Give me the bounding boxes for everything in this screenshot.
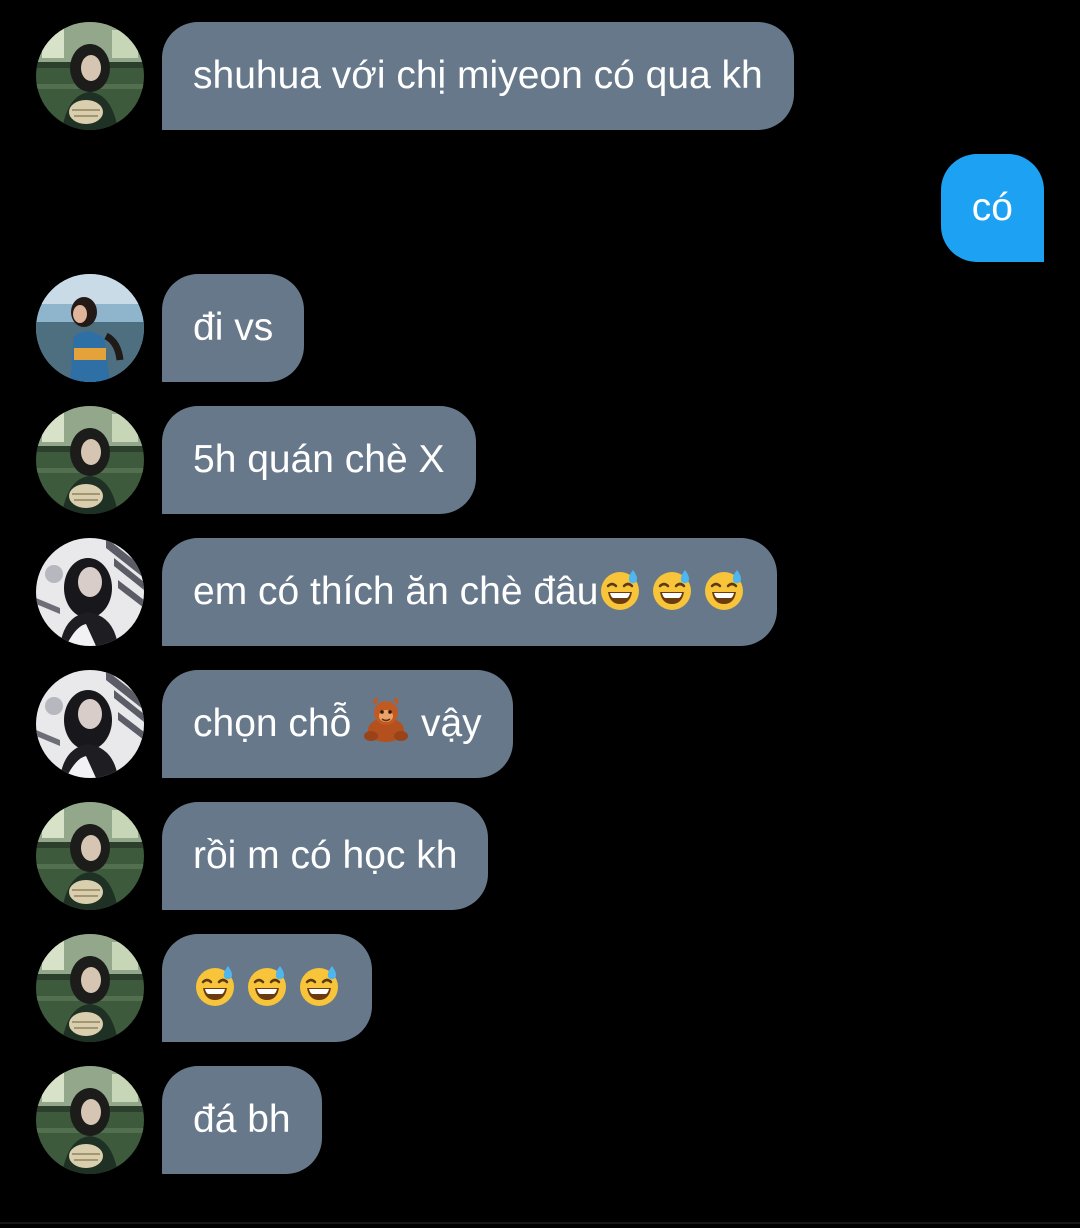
message-bubble[interactable]: shuhua với chị miyeon có qua kh [162,22,794,130]
message-text: đá bh [193,1098,291,1141]
message-bubble-sent[interactable]: có [940,154,1044,262]
avatar-photo-green-room [36,934,144,1042]
message-text: có [971,186,1013,229]
message-bubble[interactable]: đá bh [162,1066,322,1174]
avatar-photo-green-room [36,802,144,910]
avatar-photo-green-room [36,22,144,130]
message-row-received: em có thích ăn chè đâu [0,538,1080,646]
message-bubble[interactable]: chọn chỗ vậy [162,670,513,778]
message-text: shuhua với chị miyeon có qua kh [193,54,763,97]
message-text: đi vs [193,306,274,349]
divider [0,1222,1080,1224]
avatar-photo-beach [36,274,144,382]
message-bubble[interactable]: em có thích ăn chè đâu [162,538,778,646]
message-text: 5h quán chè X [193,438,445,481]
sender-avatar[interactable] [36,22,144,130]
message-text-after: vậy [410,702,482,745]
sweat-smile-emoji [297,964,341,1008]
sweat-smile-emoji [650,568,694,612]
sweat-smile-emoji [193,964,237,1008]
avatar-photo-bw [36,538,144,646]
sweat-smile-emoji [702,568,746,612]
message-row-received: shuhua với chị miyeon có qua kh [0,22,1080,130]
sender-avatar[interactable] [36,802,144,910]
message-row-sent: có [0,154,1080,262]
avatar-photo-green-room [36,1066,144,1174]
sender-avatar[interactable] [36,670,144,778]
message-text: em có thích ăn chè đâu [193,570,599,613]
sweat-smile-emoji [598,568,642,612]
message-row-received [0,934,1080,1042]
avatar-photo-green-room [36,406,144,514]
message-bubble[interactable]: 5h quán chè X [162,406,476,514]
message-bubble[interactable] [162,934,372,1042]
sender-avatar[interactable] [36,538,144,646]
message-text-before: chọn chỗ [193,702,363,745]
orangutan-emoji [362,696,410,744]
message-row-received: rồi m có học kh [0,802,1080,910]
message-row-received: đi vs [0,274,1080,382]
avatar-photo-bw [36,670,144,778]
message-bubble[interactable]: đi vs [162,274,305,382]
message-bubble[interactable]: rồi m có học kh [162,802,489,910]
message-row-received: đá bh [0,1066,1080,1174]
sender-avatar[interactable] [36,274,144,382]
sender-avatar[interactable] [36,934,144,1042]
sender-avatar[interactable] [36,1066,144,1174]
message-text: rồi m có học kh [193,834,458,877]
message-row-received: 5h quán chè X [0,406,1080,514]
sweat-smile-emoji [245,964,289,1008]
conversation-thread: shuhua với chị miyeon có qua kh có đi vs… [0,0,1080,1228]
sender-avatar[interactable] [36,406,144,514]
message-row-received: chọn chỗ vậy [0,670,1080,778]
